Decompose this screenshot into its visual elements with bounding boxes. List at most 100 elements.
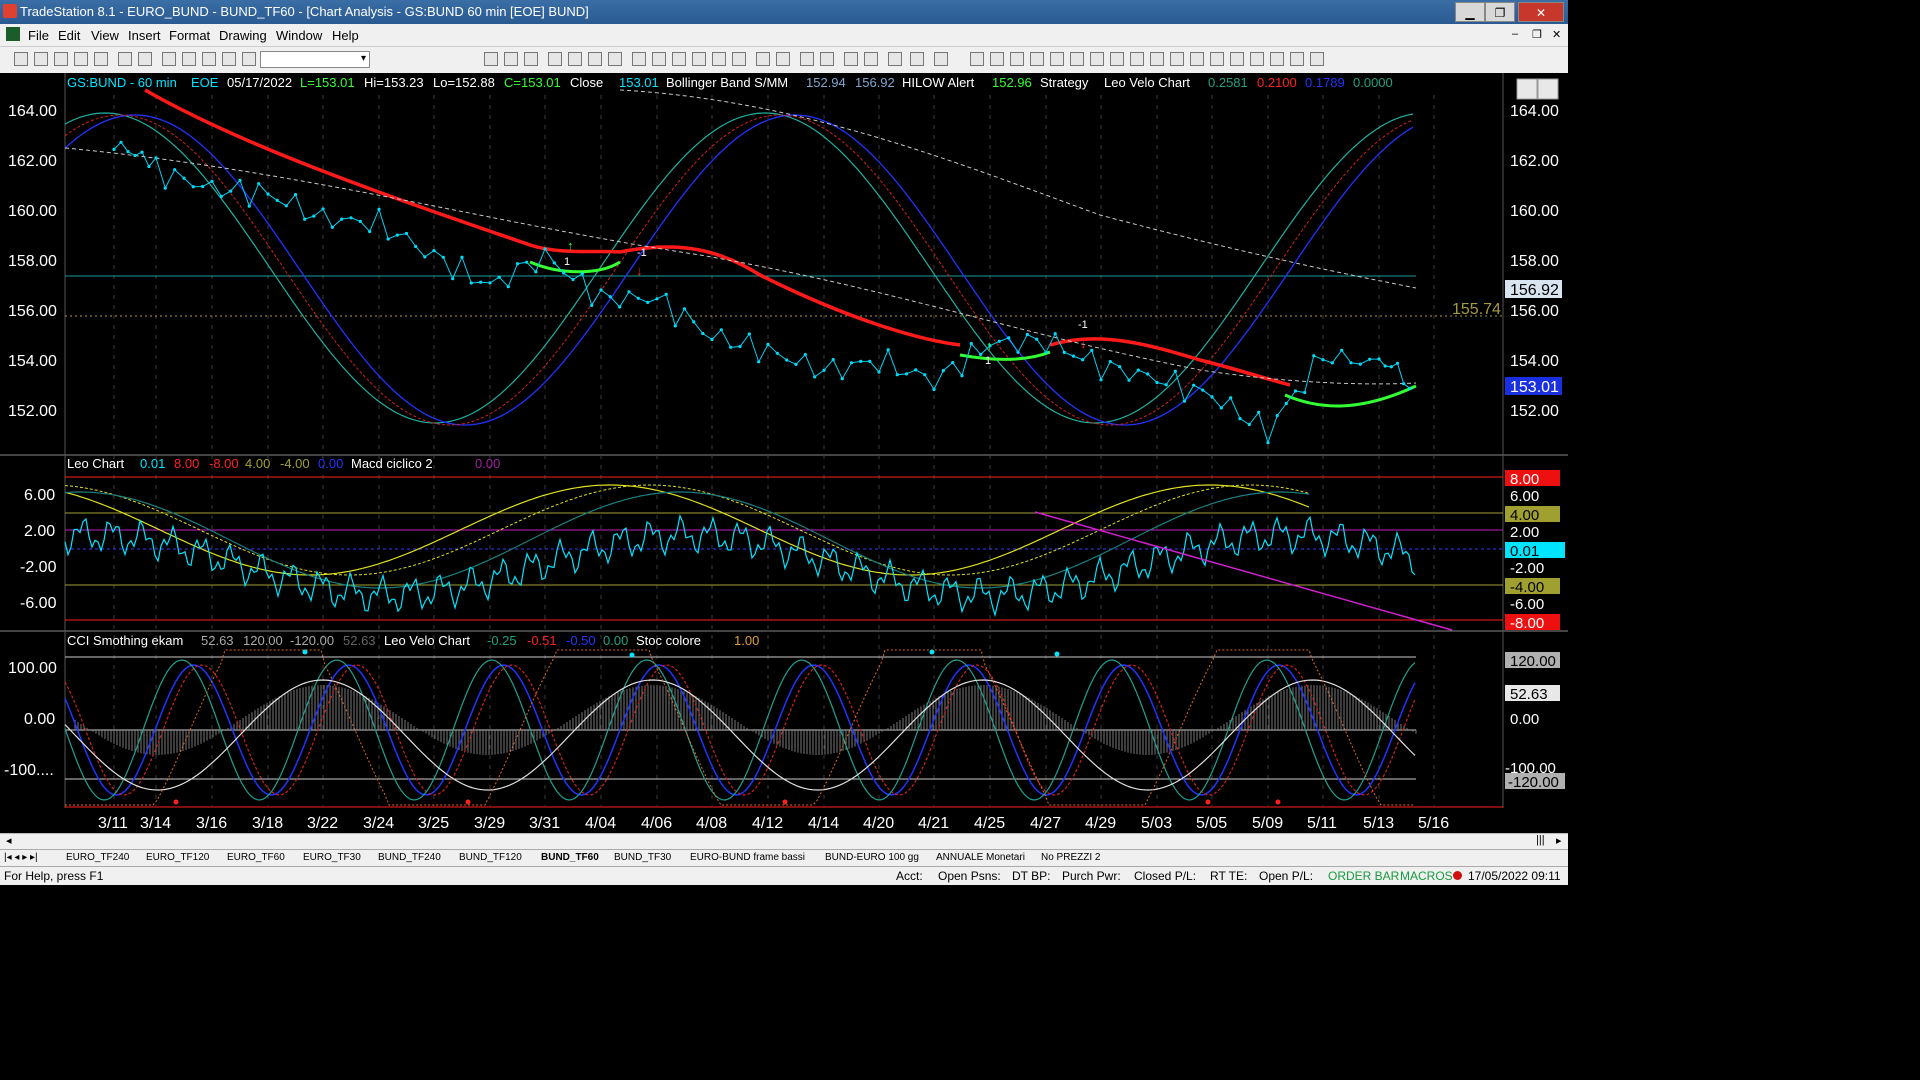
toolbar-tool-icon[interactable] <box>74 52 88 66</box>
toolbar-tool-icon[interactable] <box>888 52 902 66</box>
panel-minimize-button[interactable] <box>1516 78 1538 100</box>
chart-analysis-window[interactable]: GS:BUND - 60 min EOE 05/17/2022 L=153.01… <box>0 73 1568 833</box>
toolbar-tool-icon[interactable] <box>202 52 216 66</box>
minimize-button[interactable]: ▁ <box>1455 2 1485 22</box>
toolbar-tool-icon[interactable] <box>1130 52 1144 66</box>
menu-view[interactable]: View <box>91 28 119 43</box>
chart-svg[interactable]: GS:BUND - 60 min EOE 05/17/2022 L=153.01… <box>0 73 1568 833</box>
toolbar-tool-icon[interactable] <box>1050 52 1064 66</box>
menu-format[interactable]: Format <box>169 28 210 43</box>
toolbar-tool-icon[interactable] <box>934 52 948 66</box>
x-tick: 3/11 <box>98 815 128 832</box>
toolbar-tool-icon[interactable] <box>608 52 622 66</box>
toolbar-tool-icon[interactable] <box>756 52 770 66</box>
toolbar-tool-icon[interactable] <box>162 52 176 66</box>
toolbar-tool-icon[interactable] <box>632 52 646 66</box>
scroll-right-icon[interactable]: ▸ <box>1556 834 1562 847</box>
sheet-tab[interactable]: BUND_TF120 <box>459 852 522 863</box>
toolbar-tool-icon[interactable] <box>118 52 132 66</box>
symbol-combo[interactable]: ▾ <box>260 51 370 68</box>
toolbar-tool-icon[interactable] <box>1230 52 1244 66</box>
sheet-tab[interactable]: BUND-EURO 100 gg <box>825 852 919 863</box>
toolbar-tool-icon[interactable] <box>1290 52 1304 66</box>
sheet-tab[interactable]: BUND_TF30 <box>614 852 671 863</box>
cci-panel[interactable]: CCI Smothing ekam 52.63 120.00 -120.00 5… <box>4 633 1565 808</box>
toolbar-tool-icon[interactable] <box>94 52 108 66</box>
maximize-button[interactable]: ❐ <box>1485 2 1515 22</box>
toolbar-tool-icon[interactable] <box>990 52 1004 66</box>
mdi-restore-icon[interactable]: ❐ <box>1532 28 1542 41</box>
toolbar-tool-icon[interactable] <box>548 52 562 66</box>
toolbar-tool-icon[interactable] <box>864 52 878 66</box>
menu-file[interactable]: File <box>28 28 49 43</box>
toolbar-tool-icon[interactable] <box>1210 52 1224 66</box>
toolbar-tool-icon[interactable] <box>242 52 256 66</box>
toolbar-tool-icon[interactable] <box>1150 52 1164 66</box>
toolbar-tool-icon[interactable] <box>800 52 814 66</box>
box-label: 120.00 <box>1510 653 1556 670</box>
toolbar-tool-icon[interactable] <box>138 52 152 66</box>
order-bar-button[interactable]: ORDER BAR <box>1328 869 1399 883</box>
toolbar-tool-icon[interactable] <box>1010 52 1024 66</box>
toolbar-tool-icon[interactable] <box>820 52 834 66</box>
toolbar-tool-icon[interactable] <box>1070 52 1084 66</box>
toolbar-tool-icon[interactable] <box>568 52 582 66</box>
y-tick: 154.00 <box>8 353 57 370</box>
toolbar-tool-icon[interactable] <box>54 52 68 66</box>
toolbar-tool-icon[interactable] <box>504 52 518 66</box>
toolbar-tool-icon[interactable] <box>524 52 538 66</box>
symbol-label: GS:BUND - 60 min <box>67 75 177 90</box>
toolbar-tool-icon[interactable] <box>34 52 48 66</box>
sheet-tab[interactable]: BUND_TF240 <box>378 852 441 863</box>
app-menu-icon[interactable] <box>6 27 20 41</box>
panel2-name: Leo Chart <box>67 456 124 471</box>
close-button[interactable]: ✕ <box>1518 2 1564 22</box>
sheet-tab[interactable]: ANNUALE Monetari <box>936 852 1025 863</box>
mdi-minimize-icon[interactable]: – <box>1512 28 1518 40</box>
tab-nav-icons[interactable]: |◂ ◂ ▸ ▸| <box>4 852 38 863</box>
leo-velo-line <box>64 114 1414 426</box>
toolbar-tool-icon[interactable] <box>1170 52 1184 66</box>
macros-button[interactable]: MACROS <box>1400 869 1453 883</box>
toolbar-tool-icon[interactable] <box>1250 52 1264 66</box>
sheet-tab[interactable]: BUND_TF60 <box>541 852 599 863</box>
toolbar-tool-icon[interactable] <box>1110 52 1124 66</box>
toolbar-tool-icon[interactable] <box>484 52 498 66</box>
toolbar-tool-icon[interactable] <box>182 52 196 66</box>
menu-drawing[interactable]: Drawing <box>219 28 267 43</box>
price-panel[interactable]: GS:BUND - 60 min EOE 05/17/2022 L=153.01… <box>8 75 1562 445</box>
toolbar-tool-icon[interactable] <box>14 52 28 66</box>
toolbar-tool-icon[interactable] <box>1310 52 1324 66</box>
menu-insert[interactable]: Insert <box>128 28 161 43</box>
sheet-tab[interactable]: EURO_TF30 <box>303 852 361 863</box>
scroll-thumb[interactable]: ||| <box>1536 834 1545 846</box>
sheet-tab[interactable]: EURO_TF240 <box>66 852 129 863</box>
toolbar-tool-icon[interactable] <box>776 52 790 66</box>
horizontal-scrollbar[interactable]: ◂ ||| ▸ <box>0 833 1568 850</box>
scroll-left-icon[interactable]: ◂ <box>6 834 12 847</box>
toolbar-tool-icon[interactable] <box>910 52 924 66</box>
toolbar-tool-icon[interactable] <box>732 52 746 66</box>
sheet-tab[interactable]: EURO-BUND frame bassi <box>690 852 805 863</box>
panel-restore-button[interactable] <box>1537 78 1559 100</box>
toolbar-tool-icon[interactable] <box>652 52 666 66</box>
toolbar-tool-icon[interactable] <box>692 52 706 66</box>
toolbar-tool-icon[interactable] <box>222 52 236 66</box>
mdi-close-icon[interactable]: ✕ <box>1552 28 1561 41</box>
sheet-tab[interactable]: EURO_TF120 <box>146 852 209 863</box>
toolbar-tool-icon[interactable] <box>1270 52 1284 66</box>
menu-help[interactable]: Help <box>332 28 359 43</box>
toolbar-tool-icon[interactable] <box>712 52 726 66</box>
sheet-tab[interactable]: No PREZZI 2 <box>1041 852 1100 863</box>
toolbar-tool-icon[interactable] <box>970 52 984 66</box>
sheet-tab[interactable]: EURO_TF60 <box>227 852 285 863</box>
leo-chart-panel[interactable]: Leo Chart 0.01 8.00 -8.00 4.00 -4.00 0.0… <box>20 456 1565 632</box>
toolbar-tool-icon[interactable] <box>844 52 858 66</box>
toolbar-tool-icon[interactable] <box>1190 52 1204 66</box>
toolbar-tool-icon[interactable] <box>588 52 602 66</box>
toolbar-tool-icon[interactable] <box>1090 52 1104 66</box>
toolbar-tool-icon[interactable] <box>1030 52 1044 66</box>
menu-window[interactable]: Window <box>276 28 322 43</box>
menu-edit[interactable]: Edit <box>58 28 80 43</box>
toolbar-tool-icon[interactable] <box>672 52 686 66</box>
